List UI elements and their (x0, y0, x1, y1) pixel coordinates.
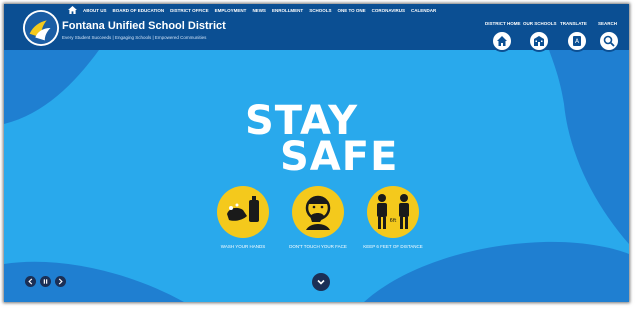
our-schools-button[interactable] (528, 30, 550, 52)
nav-news[interactable]: NEWS (252, 8, 266, 13)
caption-wash-hands: WASH YOUR HANDS (220, 244, 266, 249)
quick-link-our-schools-label[interactable]: OUR SCHOOLS (523, 21, 557, 26)
nav-about-us[interactable]: ABOUT US (83, 8, 107, 13)
chevron-down-icon (317, 279, 325, 285)
next-slide-button[interactable] (55, 276, 66, 287)
search-button[interactable] (598, 30, 620, 52)
search-icon (603, 35, 615, 47)
next-icon (58, 278, 63, 285)
nav-schools[interactable]: SCHOOLS (309, 8, 331, 13)
dont-touch-face-icon (292, 186, 344, 238)
scroll-down-button[interactable] (312, 273, 330, 291)
translate-button[interactable]: A (566, 30, 588, 52)
nav-board-of-education[interactable]: BOARD OF EDUCATION (113, 8, 165, 13)
pause-icon (43, 279, 48, 284)
nav-one-to-one[interactable]: ONE TO ONE (337, 8, 365, 13)
top-navigation: ABOUT US BOARD OF EDUCATION DISTRICT OFF… (68, 6, 442, 14)
nav-enrollment[interactable]: ENROLLMENT (272, 8, 303, 13)
nav-coronavirus[interactable]: CORONAVIRUS (372, 8, 405, 13)
caption-keep-distance: KEEP 6 FEET OF DISTANCE (363, 244, 423, 249)
school-icon (534, 36, 544, 46)
logo-icon[interactable] (22, 9, 60, 47)
hero-title-line2: SAFE (280, 134, 399, 180)
nav-employment[interactable]: EMPLOYMENT (215, 8, 247, 13)
previous-slide-button[interactable] (25, 276, 36, 287)
quick-link-district-home-label[interactable]: DISTRICT HOME (485, 21, 521, 26)
nav-district-office[interactable]: DISTRICT OFFICE (170, 8, 209, 13)
quick-link-translate-label[interactable]: TRANSLATE (560, 21, 587, 26)
home-icon[interactable] (68, 6, 77, 14)
page-frame: Fontana Unified School District Every St… (4, 4, 629, 302)
pause-slideshow-button[interactable] (40, 276, 51, 287)
distance-label: 6ft (390, 218, 397, 224)
caption-dont-touch-face: DON'T TOUCH YOUR FACE (289, 244, 347, 249)
social-distance-icon: 6ft (367, 186, 419, 238)
wash-hands-icon (217, 186, 269, 238)
home-icon (497, 36, 507, 46)
quick-link-search-label[interactable]: SEARCH (598, 21, 617, 26)
translate-icon: A (573, 36, 581, 46)
district-tagline: Every Student Succeeds | Engaging School… (62, 35, 207, 40)
district-name[interactable]: Fontana Unified School District (62, 20, 226, 32)
nav-calendar[interactable]: CALENDAR (411, 8, 436, 13)
district-home-button[interactable] (491, 30, 513, 52)
previous-icon (28, 278, 33, 285)
